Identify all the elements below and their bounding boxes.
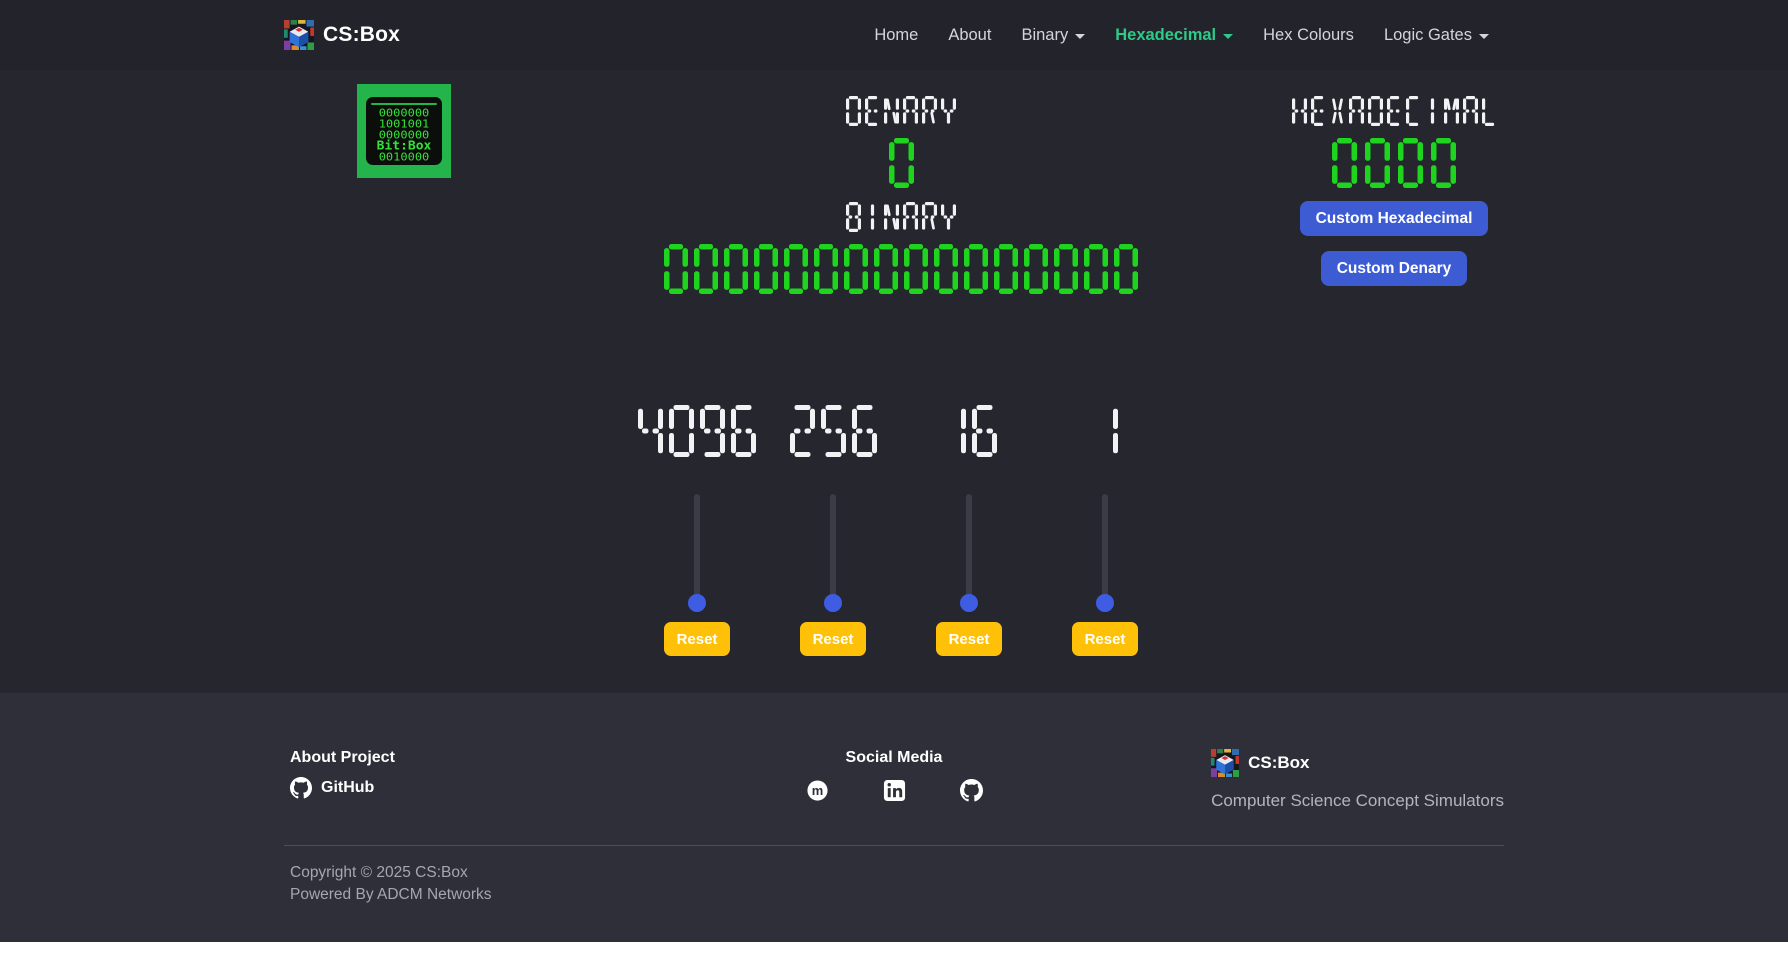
powered-by-text: Powered By ADCM Networks	[290, 884, 1504, 906]
slider-thumb[interactable]	[688, 594, 706, 612]
footer-tagline: Computer Science Concept Simulators	[1211, 791, 1504, 811]
copyright-text: Copyright © 2025 CS:Box	[290, 862, 1504, 884]
hexadecimal-column: Custom Hexadecimal Custom Denary	[1284, 86, 1504, 294]
page-bottom-strip	[0, 942, 1788, 966]
slider-track	[694, 494, 700, 608]
slider-thumb[interactable]	[960, 594, 978, 612]
nav-item-logic-gates[interactable]: Logic Gates	[1369, 18, 1504, 53]
github-link[interactable]: GitHub	[290, 777, 806, 799]
linkedin-icon[interactable]	[883, 779, 906, 802]
caret-down-icon	[1075, 34, 1085, 39]
csbox-logo-icon	[1211, 749, 1239, 777]
denary-display	[889, 138, 914, 188]
nav-item-hex-colours[interactable]: Hex Colours	[1248, 18, 1369, 53]
bitbox-logo: 0000000 1001001 0000000 Bit:Box 0010000	[357, 84, 451, 178]
footer-social-section: Social Media m	[806, 749, 983, 802]
place-value-label-16	[941, 405, 997, 457]
caret-down-icon	[1479, 34, 1489, 39]
denary-binary-column	[518, 86, 1284, 294]
footer-brand-name: CS:Box	[1248, 753, 1309, 773]
digit-slider-256[interactable]	[823, 494, 843, 608]
nav-item-home[interactable]: Home	[859, 18, 933, 53]
about-project-heading: About Project	[290, 749, 806, 767]
binary-title	[846, 202, 956, 232]
slider-thumb[interactable]	[824, 594, 842, 612]
bitbox-bezel	[371, 103, 437, 105]
csbox-logo-icon	[284, 20, 314, 50]
slider-group-4096: Reset	[629, 405, 765, 656]
brand-name: CS:Box	[323, 23, 400, 47]
denary-title	[846, 96, 956, 126]
github-icon[interactable]	[960, 779, 983, 802]
github-link-label: GitHub	[321, 779, 374, 797]
left-column: 0000000 1001001 0000000 Bit:Box 0010000	[284, 86, 518, 294]
slider-track	[830, 494, 836, 608]
slider-group-1: Reset	[1037, 405, 1173, 656]
reset-button-16[interactable]: Reset	[936, 622, 1002, 656]
slider-thumb[interactable]	[1096, 594, 1114, 612]
social-media-heading: Social Media	[806, 749, 983, 767]
hexadecimal-simulator-main: 0000000 1001001 0000000 Bit:Box 0010000 …	[0, 70, 1788, 693]
hexadecimal-display	[1332, 138, 1456, 188]
footer: About Project GitHub Social Media m	[0, 693, 1788, 942]
footer-about-section: About Project GitHub	[284, 749, 806, 799]
reset-button-4096[interactable]: Reset	[664, 622, 730, 656]
reset-button-256[interactable]: Reset	[800, 622, 866, 656]
slider-group-16: Reset	[901, 405, 1037, 656]
slider-group-256: Reset	[765, 405, 901, 656]
footer-divider	[284, 845, 1504, 846]
hexadecimal-title	[1292, 96, 1497, 126]
bitbox-logo-screen: 0000000 1001001 0000000 Bit:Box 0010000	[366, 97, 442, 165]
digit-slider-16[interactable]	[959, 494, 979, 608]
slider-track	[1102, 494, 1108, 608]
nav-item-about[interactable]: About	[933, 18, 1006, 53]
place-value-label-1	[1093, 405, 1118, 457]
navbar: CS:Box Home About Binary Hexadecimal Hex…	[0, 0, 1788, 70]
reset-button-1[interactable]: Reset	[1072, 622, 1138, 656]
digit-slider-1[interactable]	[1095, 494, 1115, 608]
place-value-label-256	[790, 405, 877, 457]
mastodon-icon[interactable]: m	[806, 779, 829, 802]
github-icon	[290, 777, 312, 799]
place-value-label-4096	[638, 405, 756, 457]
custom-denary-button[interactable]: Custom Denary	[1321, 251, 1468, 286]
nav-menu: Home About Binary Hexadecimal Hex Colour…	[859, 18, 1504, 53]
nav-item-binary[interactable]: Binary	[1006, 18, 1100, 53]
nav-item-hexadecimal[interactable]: Hexadecimal	[1100, 18, 1248, 53]
custom-hexadecimal-button[interactable]: Custom Hexadecimal	[1300, 201, 1489, 236]
footer-brand-section: CS:Box Computer Science Concept Simulato…	[1211, 749, 1504, 811]
svg-text:m: m	[811, 783, 823, 798]
brand-link[interactable]: CS:Box	[284, 20, 400, 50]
digit-slider-4096[interactable]	[687, 494, 707, 608]
hex-digit-sliders: Reset Reset Reset Reset	[7, 405, 1788, 656]
slider-track	[966, 494, 972, 608]
caret-down-icon	[1223, 34, 1233, 39]
binary-display	[664, 244, 1138, 294]
